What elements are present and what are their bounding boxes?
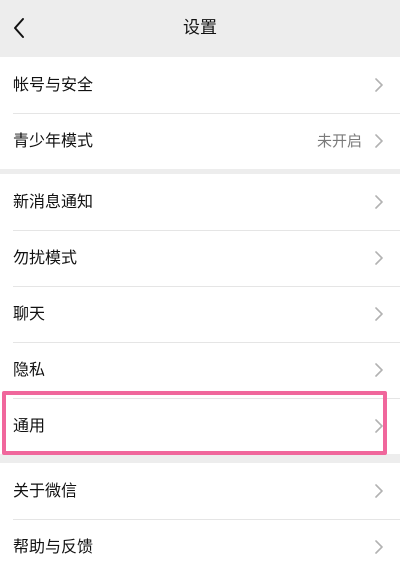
settings-group-account: 帐号与安全 青少年模式 未开启: [0, 57, 400, 169]
chevron-right-icon: [375, 78, 383, 92]
settings-item-label: 青少年模式: [13, 131, 94, 150]
chevron-right-icon: [375, 419, 383, 433]
settings-item-label: 隐私: [13, 360, 46, 379]
settings-item-label: 帮助与反馈: [13, 537, 94, 556]
chevron-right-icon: [375, 134, 383, 148]
nav-bar: 设置: [0, 0, 400, 57]
chevron-right-icon: [375, 307, 383, 321]
settings-item-notifications[interactable]: 新消息通知: [0, 174, 400, 230]
settings-item-account-security[interactable]: 帐号与安全: [0, 57, 400, 113]
settings-item-label: 新消息通知: [13, 192, 94, 211]
chevron-right-icon: [375, 251, 383, 265]
settings-item-teen-mode[interactable]: 青少年模式 未开启: [0, 113, 400, 169]
settings-group-about: 关于微信 帮助与反馈: [0, 463, 400, 573]
settings-item-label: 关于微信: [13, 481, 78, 500]
settings-item-chat[interactable]: 聊天: [0, 286, 400, 342]
settings-item-label: 通用: [13, 416, 46, 435]
settings-group-general: 新消息通知 勿扰模式 聊天 隐私 通用: [0, 174, 400, 454]
settings-item-do-not-disturb[interactable]: 勿扰模式: [0, 230, 400, 286]
settings-item-privacy[interactable]: 隐私: [0, 342, 400, 398]
back-button[interactable]: [6, 14, 34, 42]
settings-item-general[interactable]: 通用: [0, 398, 400, 454]
chevron-right-icon: [375, 195, 383, 209]
settings-item-about-wechat[interactable]: 关于微信: [0, 463, 400, 519]
settings-item-help-feedback[interactable]: 帮助与反馈: [0, 519, 400, 573]
chevron-right-icon: [375, 363, 383, 377]
settings-item-label: 勿扰模式: [13, 248, 78, 267]
chevron-right-icon: [375, 484, 383, 498]
page-title: 设置: [183, 18, 217, 38]
chevron-right-icon: [375, 540, 383, 554]
settings-item-label: 帐号与安全: [13, 75, 94, 94]
chevron-left-icon: [14, 18, 24, 38]
settings-item-label: 聊天: [13, 304, 46, 323]
teen-mode-status: 未开启: [316, 132, 362, 150]
settings-page: 设置 帐号与安全 青少年模式 未开启 新消息通知 勿扰模式 聊天 隐私 通用 关…: [0, 0, 400, 573]
